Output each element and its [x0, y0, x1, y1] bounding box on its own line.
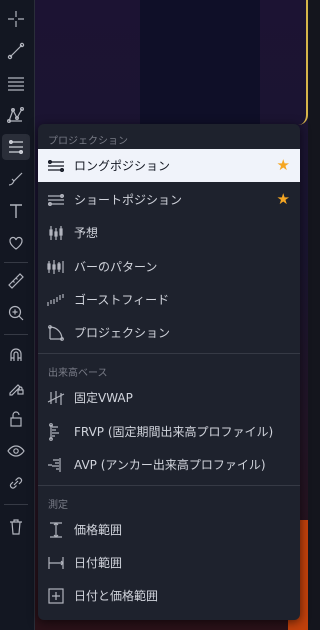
- lock-icon[interactable]: [2, 406, 30, 432]
- short-position-icon: [46, 190, 66, 210]
- menu-divider: [38, 485, 300, 486]
- menu-item-projection[interactable]: プロジェクション: [38, 316, 300, 349]
- menu-item-label: ゴーストフィード: [74, 293, 170, 307]
- toolbar-divider: [4, 334, 28, 335]
- menu-item-short-position[interactable]: ショートポジション ★: [38, 183, 300, 216]
- menu-item-label: ショートポジション: [74, 193, 183, 207]
- trash-icon[interactable]: [2, 514, 30, 540]
- projection-tools-menu: プロジェクション ロングポジション ★ ショートポジション ★ 予想 バーのパタ…: [38, 124, 300, 620]
- menu-item-bars-pattern[interactable]: バーのパターン: [38, 250, 300, 283]
- menu-item-avp[interactable]: AVP (アンカー出来高プロファイル): [38, 448, 300, 481]
- menu-item-label: バーのパターン: [74, 260, 158, 274]
- menu-item-date-range[interactable]: 日付範囲: [38, 546, 300, 579]
- ghost-feed-icon: [46, 290, 66, 310]
- date-range-icon: [46, 553, 66, 573]
- menu-item-date-price-range[interactable]: 日付と価格範囲: [38, 579, 300, 612]
- prediction-measurement-icon[interactable]: [2, 134, 30, 160]
- lock-drawing-icon[interactable]: [2, 374, 30, 400]
- text-icon[interactable]: [2, 198, 30, 224]
- price-range-icon: [46, 520, 66, 540]
- anchored-vwap-icon: [46, 388, 66, 408]
- avp-icon: [46, 455, 66, 475]
- ruler-icon[interactable]: [2, 268, 30, 294]
- zoom-in-icon[interactable]: [2, 300, 30, 326]
- long-position-icon: [46, 156, 66, 176]
- date-price-range-icon: [46, 586, 66, 606]
- menu-item-label: 価格範囲: [74, 523, 123, 537]
- menu-item-frvp[interactable]: FRVP (固定期間出来高プロファイル): [38, 415, 300, 448]
- toolbar-divider: [4, 262, 28, 263]
- magnet-icon[interactable]: [2, 342, 30, 368]
- frvp-icon: [46, 422, 66, 442]
- pattern-icon[interactable]: [2, 102, 30, 128]
- menu-item-label: 予想: [74, 226, 99, 240]
- section-title-measure: 測定: [48, 500, 68, 511]
- section-title-projection: プロジェクション: [48, 136, 128, 147]
- section-title-volume-based: 出来高ベース: [48, 368, 108, 379]
- drawing-toolbar: [0, 0, 35, 630]
- menu-item-anchored-vwap[interactable]: 固定VWAP: [38, 381, 300, 414]
- fib-retracement-icon[interactable]: [2, 70, 30, 96]
- toolbar-divider: [4, 504, 28, 505]
- crosshair-icon[interactable]: [2, 6, 30, 32]
- menu-item-label: 日付範囲: [74, 556, 123, 570]
- menu-item-label: AVP (アンカー出来高プロファイル): [74, 458, 266, 472]
- menu-item-forecast[interactable]: 予想: [38, 216, 300, 249]
- menu-item-price-range[interactable]: 価格範囲: [38, 513, 300, 546]
- menu-item-label: FRVP (固定期間出来高プロファイル): [74, 425, 274, 439]
- menu-divider: [38, 353, 300, 354]
- favorite-star-icon[interactable]: ★: [277, 190, 290, 208]
- chart-shaded-region: [140, 0, 260, 125]
- projection-icon: [46, 323, 66, 343]
- menu-item-label: プロジェクション: [74, 326, 171, 340]
- forecast-icon: [46, 223, 66, 243]
- menu-item-ghost-feed[interactable]: ゴーストフィード: [38, 283, 300, 316]
- link-icon[interactable]: [2, 470, 30, 496]
- brush-icon[interactable]: [2, 166, 30, 192]
- menu-item-label: ロングポジション: [74, 159, 171, 173]
- trend-line-icon[interactable]: [2, 38, 30, 64]
- menu-item-label: 日付と価格範囲: [74, 589, 159, 603]
- chart-price-line: [298, 0, 308, 125]
- menu-item-label: 固定VWAP: [74, 391, 133, 405]
- favorite-star-icon[interactable]: ★: [277, 156, 290, 174]
- menu-item-long-position[interactable]: ロングポジション ★: [38, 149, 300, 182]
- eye-icon[interactable]: [2, 438, 30, 464]
- heart-icon[interactable]: [2, 230, 30, 256]
- bars-pattern-icon: [46, 257, 66, 277]
